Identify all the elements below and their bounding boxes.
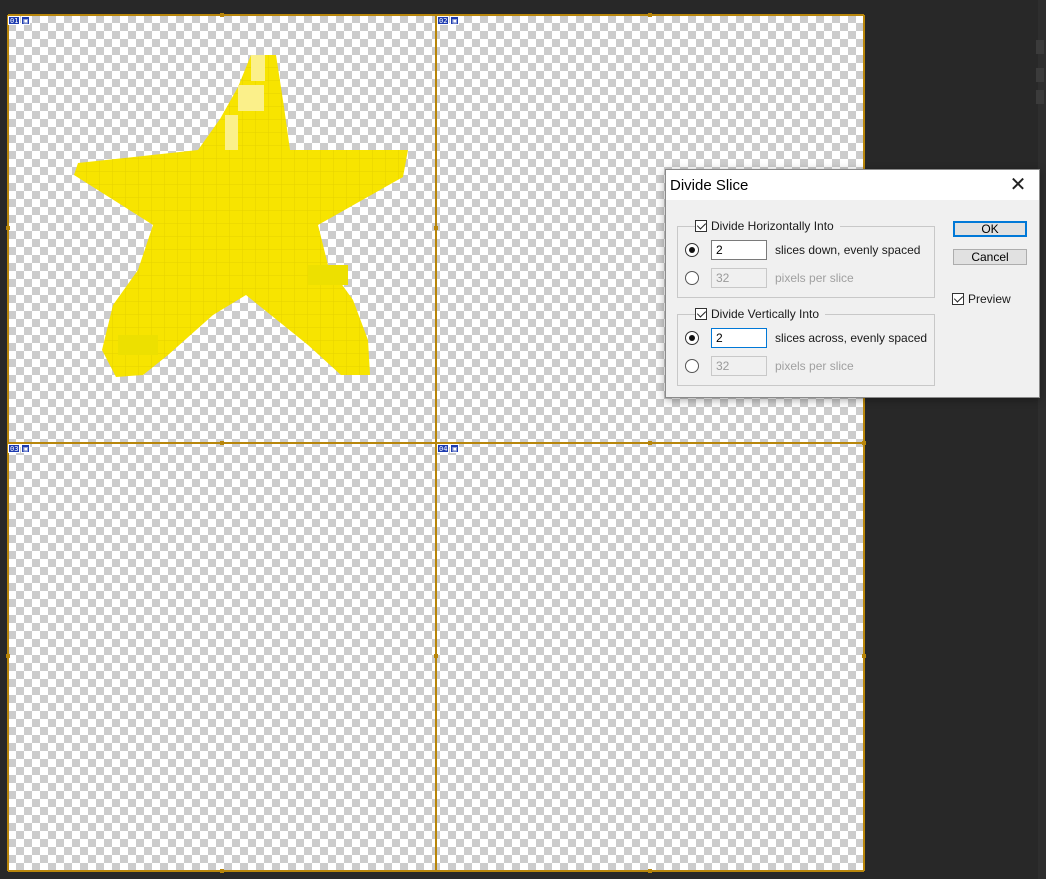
dialog-titlebar[interactable]: Divide Slice ✕ (666, 170, 1039, 200)
slice-border-middle-v[interactable] (435, 15, 437, 871)
vertical-pixels-input[interactable] (711, 356, 767, 376)
slice-handle[interactable] (648, 441, 652, 445)
slice-handle[interactable] (434, 654, 438, 658)
divide-horizontally-label: Divide Horizontally Into (711, 219, 834, 233)
horizontal-pixels-radio[interactable] (685, 271, 699, 285)
slice-badge-03[interactable]: 03 ▣ (8, 444, 30, 453)
vertical-slices-row: slices across, evenly spaced (685, 327, 927, 349)
slice-handle[interactable] (648, 13, 652, 17)
slice-handle[interactable] (862, 654, 866, 658)
dialog-title: Divide Slice (670, 177, 749, 194)
vertical-slices-radio[interactable] (685, 331, 699, 345)
horizontal-pixels-input[interactable] (711, 268, 767, 288)
slice-number: 01 (8, 16, 21, 25)
cancel-button[interactable]: Cancel (953, 249, 1027, 265)
slice-handle[interactable] (434, 226, 438, 230)
image-slice-icon: ▣ (450, 16, 459, 25)
horizontal-pixels-label: pixels per slice (775, 271, 854, 285)
vertical-slices-label: slices across, evenly spaced (775, 331, 928, 345)
preview-row: Preview (952, 292, 1011, 306)
horizontal-group-header: Divide Horizontally Into (695, 218, 840, 234)
slice-handle[interactable] (220, 441, 224, 445)
slice-handle[interactable] (6, 654, 10, 658)
slice-number: 02 (437, 16, 450, 25)
slice-badge-01[interactable]: 01 ▣ (8, 16, 30, 25)
slice-number: 03 (8, 444, 21, 453)
close-icon[interactable]: ✕ (1007, 174, 1029, 196)
slice-handle[interactable] (6, 226, 10, 230)
slice-handle[interactable] (220, 869, 224, 873)
image-slice-icon: ▣ (450, 444, 459, 453)
divide-vertically-label: Divide Vertically Into (711, 307, 820, 321)
vertical-pixels-label: pixels per slice (775, 359, 854, 373)
slice-handle[interactable] (648, 869, 652, 873)
image-slice-icon: ▣ (21, 444, 30, 453)
divide-slice-dialog: Divide Slice ✕ Divide Horizontally Into … (665, 169, 1040, 398)
horizontal-pixels-row: pixels per slice (685, 267, 854, 289)
panel-tab[interactable] (1036, 68, 1044, 82)
preview-checkbox[interactable] (952, 293, 964, 305)
ok-button[interactable]: OK (953, 221, 1027, 237)
vertical-slices-input[interactable] (711, 328, 767, 348)
slice-badge-02[interactable]: 02 ▣ (437, 16, 459, 25)
panel-tab[interactable] (1036, 40, 1044, 54)
horizontal-slices-input[interactable] (711, 240, 767, 260)
vertical-pixels-radio[interactable] (685, 359, 699, 373)
slice-badge-04[interactable]: 04 ▣ (437, 444, 459, 453)
horizontal-slices-label: slices down, evenly spaced (775, 243, 921, 257)
horizontal-slices-row: slices down, evenly spaced (685, 239, 920, 261)
divide-horizontally-checkbox[interactable] (695, 220, 707, 232)
right-panel-strip (1038, 0, 1046, 879)
slice-handle[interactable] (220, 13, 224, 17)
vertical-group-header: Divide Vertically Into (695, 306, 826, 322)
preview-label: Preview (968, 292, 1011, 306)
divide-vertically-checkbox[interactable] (695, 308, 707, 320)
horizontal-slices-radio[interactable] (685, 243, 699, 257)
slice-handle[interactable] (862, 441, 866, 445)
vertical-pixels-row: pixels per slice (685, 355, 854, 377)
image-slice-icon: ▣ (21, 16, 30, 25)
slice-number: 04 (437, 444, 450, 453)
slice-border-left (7, 15, 9, 871)
panel-tab[interactable] (1036, 90, 1044, 104)
